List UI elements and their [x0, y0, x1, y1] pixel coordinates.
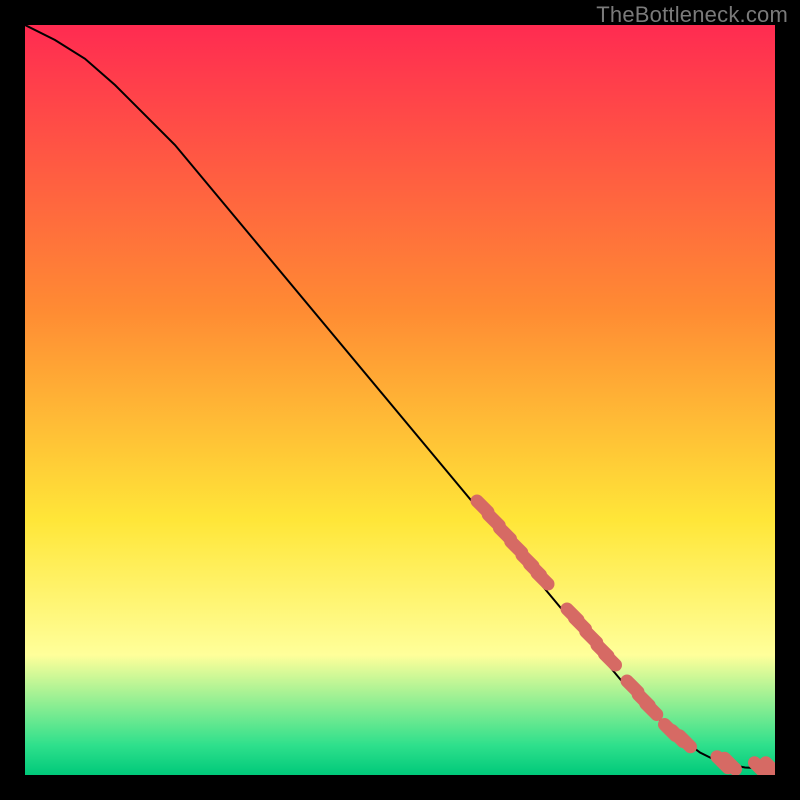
sample-marker: [680, 736, 691, 747]
watermark-label: TheBottleneck.com: [596, 2, 788, 28]
sample-marker: [725, 758, 736, 769]
sample-marker: [537, 573, 548, 584]
plot-svg: [25, 25, 775, 775]
gradient-background: [25, 25, 775, 775]
plot-area: [25, 25, 775, 775]
sample-marker: [766, 763, 775, 774]
sample-marker: [605, 654, 616, 665]
sample-marker: [646, 704, 657, 715]
chart-stage: TheBottleneck.com: [0, 0, 800, 800]
